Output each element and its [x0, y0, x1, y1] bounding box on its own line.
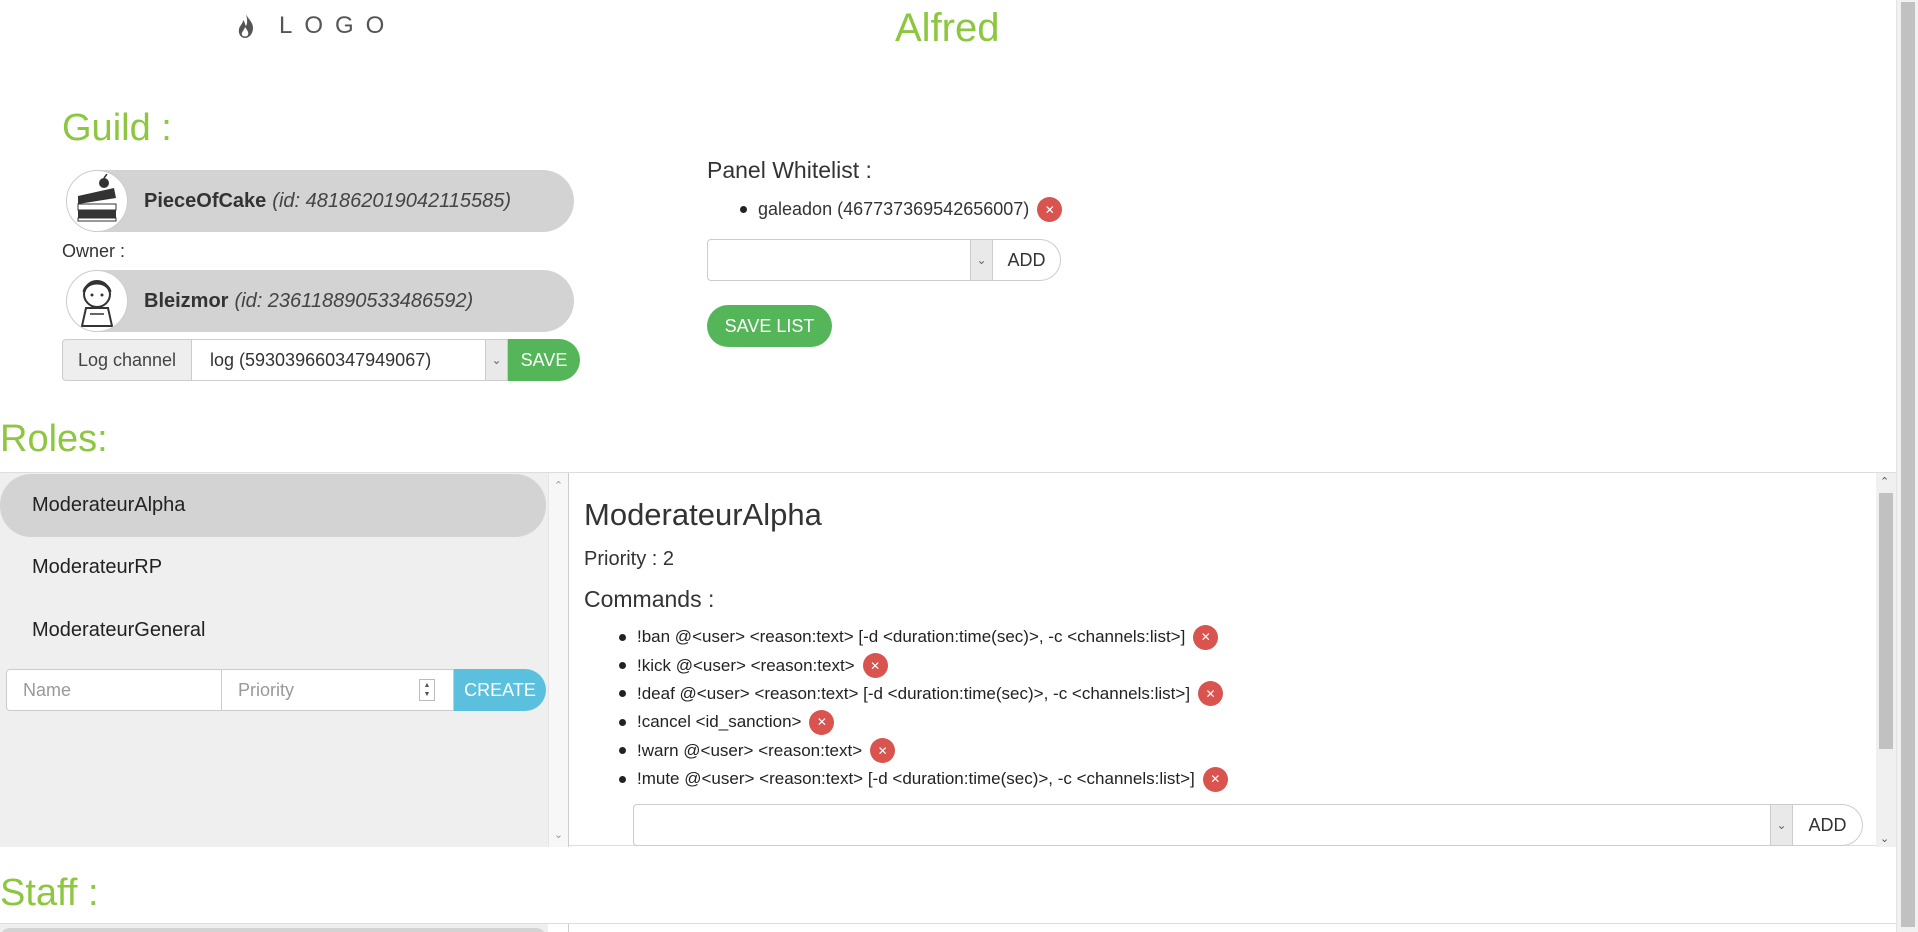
owner-avatar: [66, 270, 128, 332]
staff-list: [0, 924, 548, 932]
command-text: !kick @<user> <reason:text>: [637, 655, 855, 675]
chevron-down-icon[interactable]: ⌄: [970, 240, 992, 280]
staff-item[interactable]: [0, 928, 546, 932]
role-priority-input[interactable]: Priority ▲ ▼: [222, 669, 454, 711]
command-add-button[interactable]: ADD: [1793, 804, 1863, 846]
window-scroll-thumb[interactable]: [1901, 2, 1915, 927]
save-list-button[interactable]: SAVE LIST: [707, 305, 832, 347]
remove-icon[interactable]: ✕: [870, 738, 896, 764]
scroll-up-icon[interactable]: ⌃: [554, 479, 563, 492]
command-item: !ban @<user> <reason:text> [-d <duration…: [619, 623, 1228, 651]
role-item-moderateur-general[interactable]: ModerateurGeneral: [0, 599, 546, 662]
guild-name: PieceOfCake: [144, 189, 267, 212]
command-select[interactable]: ⌄: [633, 804, 1793, 846]
scroll-thumb[interactable]: [1879, 493, 1893, 749]
staff-panel: [0, 923, 1896, 932]
bullet-icon: [619, 775, 626, 783]
save-log-channel-button[interactable]: SAVE: [508, 339, 580, 381]
command-item: !deaf @<user> <reason:text> [-d <duratio…: [619, 680, 1228, 708]
scroll-down-icon[interactable]: ⌄: [554, 828, 563, 841]
scroll-up-icon[interactable]: ⌃: [1880, 475, 1889, 488]
owner-label: Owner :: [62, 241, 126, 261]
role-item-moderateur-rp[interactable]: ModerateurRP: [0, 536, 546, 599]
command-text: !deaf @<user> <reason:text> [-d <duratio…: [637, 683, 1191, 703]
whitelist-user-select[interactable]: ⌄: [707, 239, 993, 281]
log-channel-value: log (593039660347949067): [210, 349, 432, 370]
guild-card: PieceOfCake (id: 481862019042115585): [66, 170, 574, 232]
panel-whitelist-title: Panel Whitelist :: [707, 157, 872, 183]
role-priority-placeholder: Priority: [238, 679, 295, 700]
roles-panel: ModerateurAlpha ModerateurRP ModerateurG…: [0, 472, 1896, 847]
owner-name: Bleizmor: [144, 289, 229, 312]
command-item: !kick @<user> <reason:text> ✕: [619, 651, 1228, 679]
command-item: !cancel <id_sanction> ✕: [619, 708, 1228, 736]
role-detail-title: ModerateurAlpha: [584, 497, 822, 532]
remove-icon[interactable]: ✕: [1193, 624, 1219, 650]
bullet-icon: [619, 662, 626, 670]
command-text: !ban @<user> <reason:text> [-d <duration…: [637, 627, 1186, 647]
staff-detail-panel: [568, 924, 1896, 932]
command-text: !cancel <id_sanction>: [637, 712, 802, 732]
remove-icon[interactable]: ✕: [1202, 766, 1228, 792]
cake-icon: [77, 174, 117, 222]
bullet-icon: [619, 718, 626, 726]
command-item: !mute @<user> <reason:text> [-d <duratio…: [619, 765, 1228, 793]
chevron-down-icon[interactable]: ⌄: [1770, 805, 1792, 845]
roles-list: ModerateurAlpha ModerateurRP ModerateurG…: [0, 473, 548, 847]
guild-avatar: [66, 170, 128, 232]
whitelist-add-row: ⌄ ADD: [707, 239, 1061, 281]
whitelist-list: galeadon (467737369542656007) ✕: [740, 197, 1063, 222]
role-detail-scrollbar[interactable]: ⌃ ⌄: [1876, 473, 1896, 847]
logo[interactable]: LOGO: [235, 12, 396, 40]
staff-section-title: Staff :: [0, 872, 99, 914]
guild-section-title: Guild :: [62, 107, 172, 149]
create-role-row: Name Priority ▲ ▼ CREATE: [6, 669, 546, 711]
remove-icon[interactable]: ✕: [862, 653, 888, 679]
log-channel-label: Log channel: [62, 339, 192, 381]
command-add-row: ⌄ ADD: [633, 804, 1863, 846]
flame-icon: [238, 14, 253, 38]
roles-section-title: Roles:: [0, 418, 108, 460]
chevron-down-icon[interactable]: ⌄: [485, 340, 507, 380]
command-item: !warn @<user> <reason:text> ✕: [619, 737, 1228, 765]
command-text: !warn @<user> <reason:text>: [637, 740, 863, 760]
dashboard-page: LOGO Alfred Guild : PieceOfCake (id: 481…: [0, 0, 1896, 932]
log-channel-row: Log channel log (593039660347949067) ⌄ S…: [62, 339, 580, 381]
commands-title: Commands :: [584, 586, 715, 612]
create-role-button[interactable]: CREATE: [454, 669, 546, 711]
role-detail-panel: ModerateurAlpha Priority : 2 Commands : …: [568, 473, 1896, 847]
stepper-icon[interactable]: ▲ ▼: [419, 679, 435, 701]
bullet-icon: [619, 747, 626, 755]
bullet-icon: [740, 206, 747, 213]
role-name-input[interactable]: Name: [6, 669, 222, 711]
character-icon: [80, 280, 114, 327]
whitelist-add-button[interactable]: ADD: [993, 239, 1061, 281]
guild-id: (id: 481862019042115585): [272, 189, 512, 212]
owner-card: Bleizmor (id: 236118890533486592): [66, 270, 574, 332]
remove-icon[interactable]: ✕: [1037, 197, 1063, 222]
roles-list-scrollbar[interactable]: ⌃ ⌄: [548, 473, 568, 847]
command-text: !mute @<user> <reason:text> [-d <duratio…: [637, 769, 1195, 789]
whitelist-item-label: galeadon (467737369542656007): [758, 199, 1030, 219]
commands-list: !ban @<user> <reason:text> [-d <duration…: [619, 623, 1228, 793]
bullet-icon: [619, 633, 626, 641]
bullet-icon: [619, 690, 626, 698]
remove-icon[interactable]: ✕: [809, 709, 835, 735]
window-scrollbar[interactable]: [1896, 0, 1918, 932]
app-title: Alfred: [895, 6, 1000, 50]
role-priority-text: Priority : 2: [584, 548, 675, 570]
remove-icon[interactable]: ✕: [1198, 681, 1224, 707]
whitelist-item: galeadon (467737369542656007) ✕: [740, 197, 1063, 222]
log-channel-select[interactable]: log (593039660347949067) ⌄: [192, 339, 508, 381]
scroll-down-icon[interactable]: ⌄: [1880, 832, 1889, 845]
role-item-moderateur-alpha[interactable]: ModerateurAlpha: [0, 474, 546, 537]
owner-id: (id: 236118890533486592): [234, 289, 474, 312]
logo-text: LOGO: [279, 12, 397, 39]
